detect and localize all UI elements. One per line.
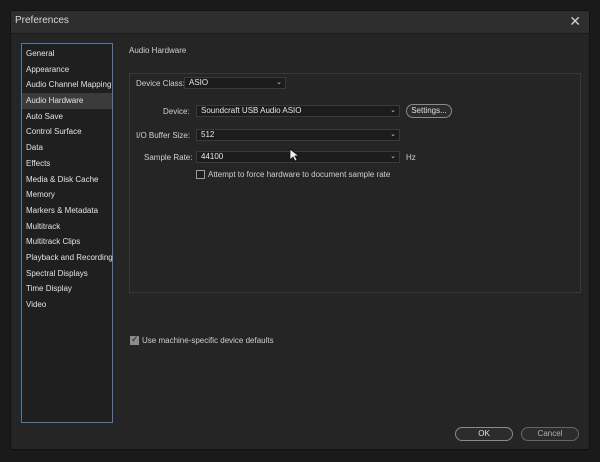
window-title: Preferences [15,15,69,26]
machine-defaults-checkbox[interactable]: ✓ [130,334,139,345]
force-sample-rate-checkbox[interactable] [196,170,205,179]
device-label: Device: [163,107,190,116]
sidebar-item-memory[interactable]: Memory [22,187,112,203]
preferences-category-list: General Appearance Audio Channel Mapping Au… [21,43,113,423]
device-class-select[interactable]: ASIO ⌄ [184,77,286,89]
sidebar-item-appearance[interactable]: Appearance [22,62,112,78]
sidebar-item-markers-metadata[interactable]: Markers & Metadata [22,203,112,219]
sidebar-item-playback-and-recording[interactable]: Playback and Recording [22,250,113,266]
sidebar-item-data[interactable]: Data [22,140,112,156]
sidebar-item-multitrack[interactable]: Multitrack [22,219,112,235]
cancel-button[interactable]: Cancel [521,427,579,441]
sidebar-item-multitrack-clips[interactable]: Multitrack Clips [22,234,112,250]
sidebar-item-effects[interactable]: Effects [22,156,112,172]
sidebar-item-control-surface[interactable]: Control Surface [22,124,112,140]
sidebar-item-time-display[interactable]: Time Display [22,281,112,297]
chevron-down-icon: ⌄ [390,131,396,138]
chevron-down-icon: ⌄ [390,153,396,160]
sample-rate-unit: Hz [406,153,416,162]
settings-button[interactable]: Settings... [406,104,452,118]
mouse-cursor-icon [289,148,299,162]
sidebar-item-spectral-displays[interactable]: Spectral Displays [22,266,112,282]
device-class-value: ASIO [189,78,209,87]
buffer-size-select[interactable]: 512 ⌄ [196,129,400,141]
chevron-down-icon: ⌄ [390,107,396,114]
device-value: Soundcraft USB Audio ASIO [201,106,302,115]
title-bar: Preferences ✕ [11,11,589,34]
chevron-down-icon: ⌄ [276,79,282,86]
sidebar-item-media-disk-cache[interactable]: Media & Disk Cache [22,172,112,188]
audio-hardware-panel: Device Class: ASIO ⌄ Device: Soundcraft … [129,73,581,293]
machine-defaults-label: Use machine-specific device defaults [142,336,274,345]
ok-button[interactable]: OK [455,427,513,441]
sample-rate-label: Sample Rate: [144,153,193,162]
force-sample-rate-label: Attempt to force hardware to document sa… [208,170,391,179]
sidebar-item-audio-channel-mapping[interactable]: Audio Channel Mapping [22,77,112,93]
device-class-label: Device Class: [136,79,185,88]
sample-rate-value: 44100 [201,152,224,161]
preferences-dialog: Preferences ✕ General Appearance Audio Cha… [10,10,590,450]
checkmark-icon: ✓ [131,334,139,344]
sidebar-item-auto-save[interactable]: Auto Save [22,109,112,125]
sidebar-item-video[interactable]: Video [22,297,112,313]
close-icon[interactable]: ✕ [569,13,581,29]
buffer-size-label: I/O Buffer Size: [136,131,191,140]
device-select[interactable]: Soundcraft USB Audio ASIO ⌄ [196,105,400,117]
buffer-size-value: 512 [201,130,215,139]
sidebar-item-general[interactable]: General [22,46,112,62]
sidebar-item-audio-hardware[interactable]: Audio Hardware [22,93,112,109]
section-title: Audio Hardware [129,46,187,55]
